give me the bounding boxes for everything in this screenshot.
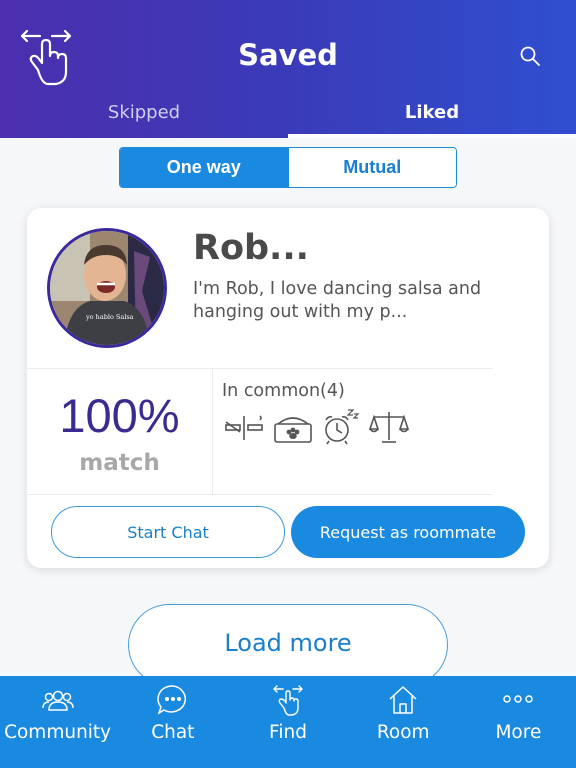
- active-tab-indicator: [288, 134, 576, 138]
- pet-bed-icon: [272, 408, 314, 446]
- tab-liked[interactable]: Liked: [288, 102, 576, 123]
- nav-label-chat: Chat: [151, 722, 195, 743]
- segment-mutual[interactable]: Mutual: [287, 148, 456, 187]
- profile-photo: yo hablo Salsa: [50, 231, 164, 345]
- nav-label-more: More: [495, 722, 542, 743]
- alarm-clock-sleep-icon: [320, 408, 362, 446]
- nav-item-find[interactable]: Find: [230, 676, 345, 768]
- bottom-nav: Community Chat Find Room More: [0, 676, 576, 768]
- avatar[interactable]: yo hablo Salsa: [47, 228, 167, 348]
- scales-icon: [368, 408, 410, 446]
- shirt-text: yo hablo Salsa: [85, 313, 134, 321]
- more-icon: [503, 695, 534, 703]
- chat-icon: [157, 685, 186, 715]
- match-label: match: [79, 450, 160, 476]
- start-chat-button[interactable]: Start Chat: [51, 506, 285, 558]
- community-icon: [41, 690, 74, 711]
- card-divider-vertical: [212, 368, 213, 494]
- card-divider-bottom: [27, 494, 493, 495]
- card-divider-top: [27, 368, 493, 369]
- segment-one-way[interactable]: One way: [120, 148, 288, 187]
- match-percentage: 100%: [59, 389, 180, 442]
- request-roommate-button[interactable]: Request as roommate: [291, 506, 525, 558]
- nav-item-room[interactable]: Room: [346, 676, 461, 768]
- nav-label-community: Community: [4, 722, 112, 743]
- load-more-button[interactable]: Load more: [128, 604, 448, 686]
- profile-card[interactable]: yo hablo Salsa Rob... I'm Rob, I love da…: [27, 208, 549, 568]
- nav-label-room: Room: [376, 722, 430, 743]
- search-icon[interactable]: [519, 45, 541, 67]
- nav-item-more[interactable]: More: [461, 676, 576, 768]
- nav-item-chat[interactable]: Chat: [115, 676, 230, 768]
- nav-label-find: Find: [269, 722, 307, 743]
- in-common-icons: [224, 408, 410, 446]
- page-title: Saved: [238, 38, 338, 72]
- tab-skipped[interactable]: Skipped: [0, 102, 288, 123]
- room-icon: [389, 686, 417, 714]
- in-common-label: In common(4): [222, 381, 345, 401]
- header: Saved Skipped Liked: [0, 0, 576, 138]
- direction-segmented-control: One way Mutual: [119, 147, 457, 188]
- nav-item-community[interactable]: Community: [0, 676, 115, 768]
- profile-bio: I'm Rob, I love dancing salsa and hangin…: [193, 279, 482, 322]
- no-smoking-icon: [224, 408, 266, 446]
- profile-name[interactable]: Rob...: [193, 228, 309, 268]
- find-swipe-icon: [273, 685, 303, 716]
